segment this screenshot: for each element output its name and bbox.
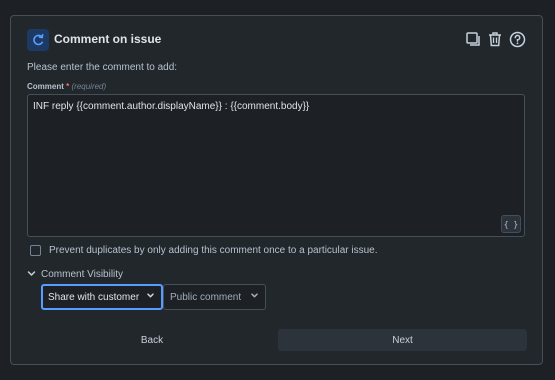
required-hint: (required) [71,82,107,91]
refresh-comment-icon [27,29,49,51]
comment-visibility-label[interactable]: Comment Visibility [41,269,123,280]
instruction-text: Please enter the comment to add: [27,62,178,73]
audience-select[interactable]: Share with customer [41,284,163,310]
smart-value-button[interactable]: { } [501,215,521,233]
chevron-down-icon[interactable] [27,265,36,283]
comment-field-label: Comment * (required) [27,82,106,91]
prevent-duplicates-label[interactable]: Prevent duplicates by only adding this c… [49,245,378,256]
comment-on-issue-panel: Comment on issue Please enter the commen… [10,15,543,365]
comment-visibility-toggle[interactable]: Comment Visibility [27,265,123,283]
duplicate-icon[interactable] [464,30,482,48]
trash-icon[interactable] [486,30,504,48]
chevron-down-icon [146,291,155,303]
comment-textarea[interactable]: INF reply {{comment.author.displayName}}… [27,94,525,237]
prevent-duplicates-row[interactable]: Prevent duplicates by only adding this c… [30,245,378,256]
chevron-down-icon [250,291,259,303]
prevent-duplicates-checkbox[interactable] [30,245,41,256]
comment-type-select[interactable]: Public comment [163,284,266,310]
comment-label-text: Comment [27,82,64,91]
audience-select-value: Share with customer [48,291,140,303]
panel-title: Comment on issue [54,32,162,46]
comment-value[interactable]: INF reply {{comment.author.displayName}}… [33,101,309,112]
comment-type-select-value: Public comment [170,291,242,303]
next-button[interactable]: Next [278,329,527,351]
help-icon[interactable] [508,30,526,48]
required-marker: * [66,82,70,91]
header-actions [464,30,526,48]
back-button[interactable]: Back [41,329,263,351]
panel-header: Comment on issue [27,28,530,52]
